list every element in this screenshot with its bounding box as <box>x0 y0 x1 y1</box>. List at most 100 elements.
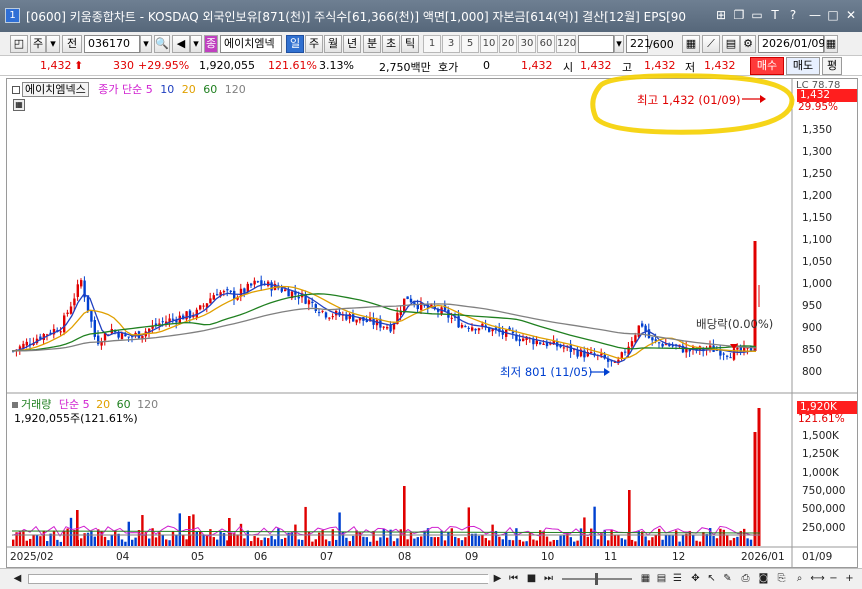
candle-body <box>736 347 739 350</box>
candle-body <box>477 328 481 331</box>
stop-icon[interactable]: ■ <box>524 571 539 586</box>
volume-bar <box>545 536 549 546</box>
volume-bar <box>658 528 661 546</box>
candle-body <box>406 296 409 300</box>
volume-bar <box>250 541 253 546</box>
expand-icon[interactable]: ⟷ <box>810 571 825 586</box>
volume-bar <box>158 532 161 546</box>
table-toggle-icon[interactable]: ▦ <box>13 99 25 111</box>
candle-body <box>216 294 219 296</box>
volume-bar <box>559 535 562 546</box>
crosshair-icon[interactable]: ✥ <box>688 571 703 586</box>
candle-body <box>409 298 413 303</box>
volume-bar <box>722 529 725 546</box>
candle-body <box>464 326 467 328</box>
x-axis-label: 04 <box>116 551 130 563</box>
horizontal-scrollbar[interactable] <box>28 574 489 584</box>
candle-body <box>624 351 627 353</box>
camera-icon[interactable]: ◙ <box>756 571 771 586</box>
candle-body <box>69 306 73 314</box>
volume-bar <box>484 538 487 546</box>
cursor-icon[interactable]: ↖ <box>704 571 719 586</box>
candle-body <box>253 280 256 285</box>
ma-120: 120 <box>224 83 246 96</box>
dividend-annotation: 배당락(0.00%) <box>696 317 774 331</box>
volume-bar <box>141 515 144 546</box>
volume-bar <box>161 534 164 546</box>
zoom-in-icon[interactable]: + <box>842 571 857 586</box>
volume-bar <box>515 528 518 546</box>
first-page-icon[interactable]: ⏮ <box>506 571 521 586</box>
volume-bar <box>671 535 674 546</box>
volume-bar <box>212 537 215 546</box>
candle-body <box>63 315 66 333</box>
volume-bar <box>165 539 168 546</box>
candle-body <box>355 319 358 323</box>
volume-bar <box>430 536 433 546</box>
x-axis-label: 05 <box>191 551 205 563</box>
volume-bar <box>477 535 481 546</box>
candle-body <box>535 340 538 345</box>
x-axis-label: 06 <box>254 551 268 563</box>
volume-spike <box>403 486 406 546</box>
pen-icon[interactable]: ✎ <box>720 571 735 586</box>
high-arrowhead-icon <box>760 95 766 103</box>
volume-bar <box>195 531 198 546</box>
grid-icon[interactable]: ▦ <box>638 571 653 586</box>
volume-bar <box>56 539 59 546</box>
scroll-thumb[interactable] <box>29 575 489 583</box>
x-axis-label: 2026/01 <box>741 551 785 563</box>
copy-icon[interactable]: ⎘ <box>774 571 789 586</box>
zoom-out-icon[interactable]: − <box>826 571 841 586</box>
volume-bar <box>685 533 688 546</box>
volume-bar <box>664 534 668 546</box>
zoom-handle[interactable] <box>595 573 598 585</box>
volume-bar <box>607 540 610 546</box>
list-icon[interactable]: ☰ <box>670 571 685 586</box>
volume-bar <box>260 540 263 546</box>
low-annotation: 최저 801 (11/05) <box>500 365 593 379</box>
candle-body <box>199 305 202 310</box>
scroll-left-icon[interactable]: ◀ <box>10 571 25 586</box>
volume-bar <box>382 528 385 546</box>
candle-body <box>209 298 212 304</box>
volume-bar <box>586 536 589 546</box>
volume-bar <box>702 531 705 546</box>
volume-bar <box>117 533 120 546</box>
volume-bar <box>124 541 127 546</box>
volume-bar <box>290 531 294 546</box>
volume-bar <box>134 537 137 546</box>
volume-bar <box>620 538 623 546</box>
x-axis-label: 01/09 <box>802 551 833 563</box>
candle-body <box>590 351 593 353</box>
volume-bar <box>59 541 62 546</box>
volume-bar <box>301 539 304 546</box>
volume-bar <box>692 535 695 546</box>
last-page-icon[interactable]: ⏭ <box>541 571 556 586</box>
volume-bar <box>52 530 56 546</box>
volume-bar <box>127 521 130 546</box>
volume-axis-tick: 1,250K <box>802 448 839 461</box>
table-icon[interactable]: ▤ <box>654 571 669 586</box>
price-axis-tick: 1,250 <box>802 168 833 180</box>
volume-bar <box>695 540 698 546</box>
volume-bar <box>525 541 528 546</box>
candle-body <box>620 352 623 359</box>
candle-body <box>474 328 477 331</box>
zoom-icon[interactable]: ⌕ <box>792 571 807 586</box>
volume-bar <box>243 538 246 546</box>
candle-body <box>287 289 290 297</box>
x-axis-label: 07 <box>320 551 334 563</box>
price-axis-tick: 900 <box>802 322 823 334</box>
volume-bar <box>256 537 260 546</box>
volume-bar <box>542 530 545 546</box>
print-icon[interactable]: ⎙ <box>738 571 753 586</box>
volume-spike <box>628 490 631 546</box>
volume-bar <box>205 535 209 546</box>
ma-60: 60 <box>203 83 218 96</box>
volume-bar <box>644 536 647 546</box>
volume-bar <box>634 541 637 546</box>
volume-bar <box>549 541 552 546</box>
scroll-right-icon[interactable]: ▶ <box>490 571 505 586</box>
price-axis-tick: 950 <box>802 300 823 312</box>
